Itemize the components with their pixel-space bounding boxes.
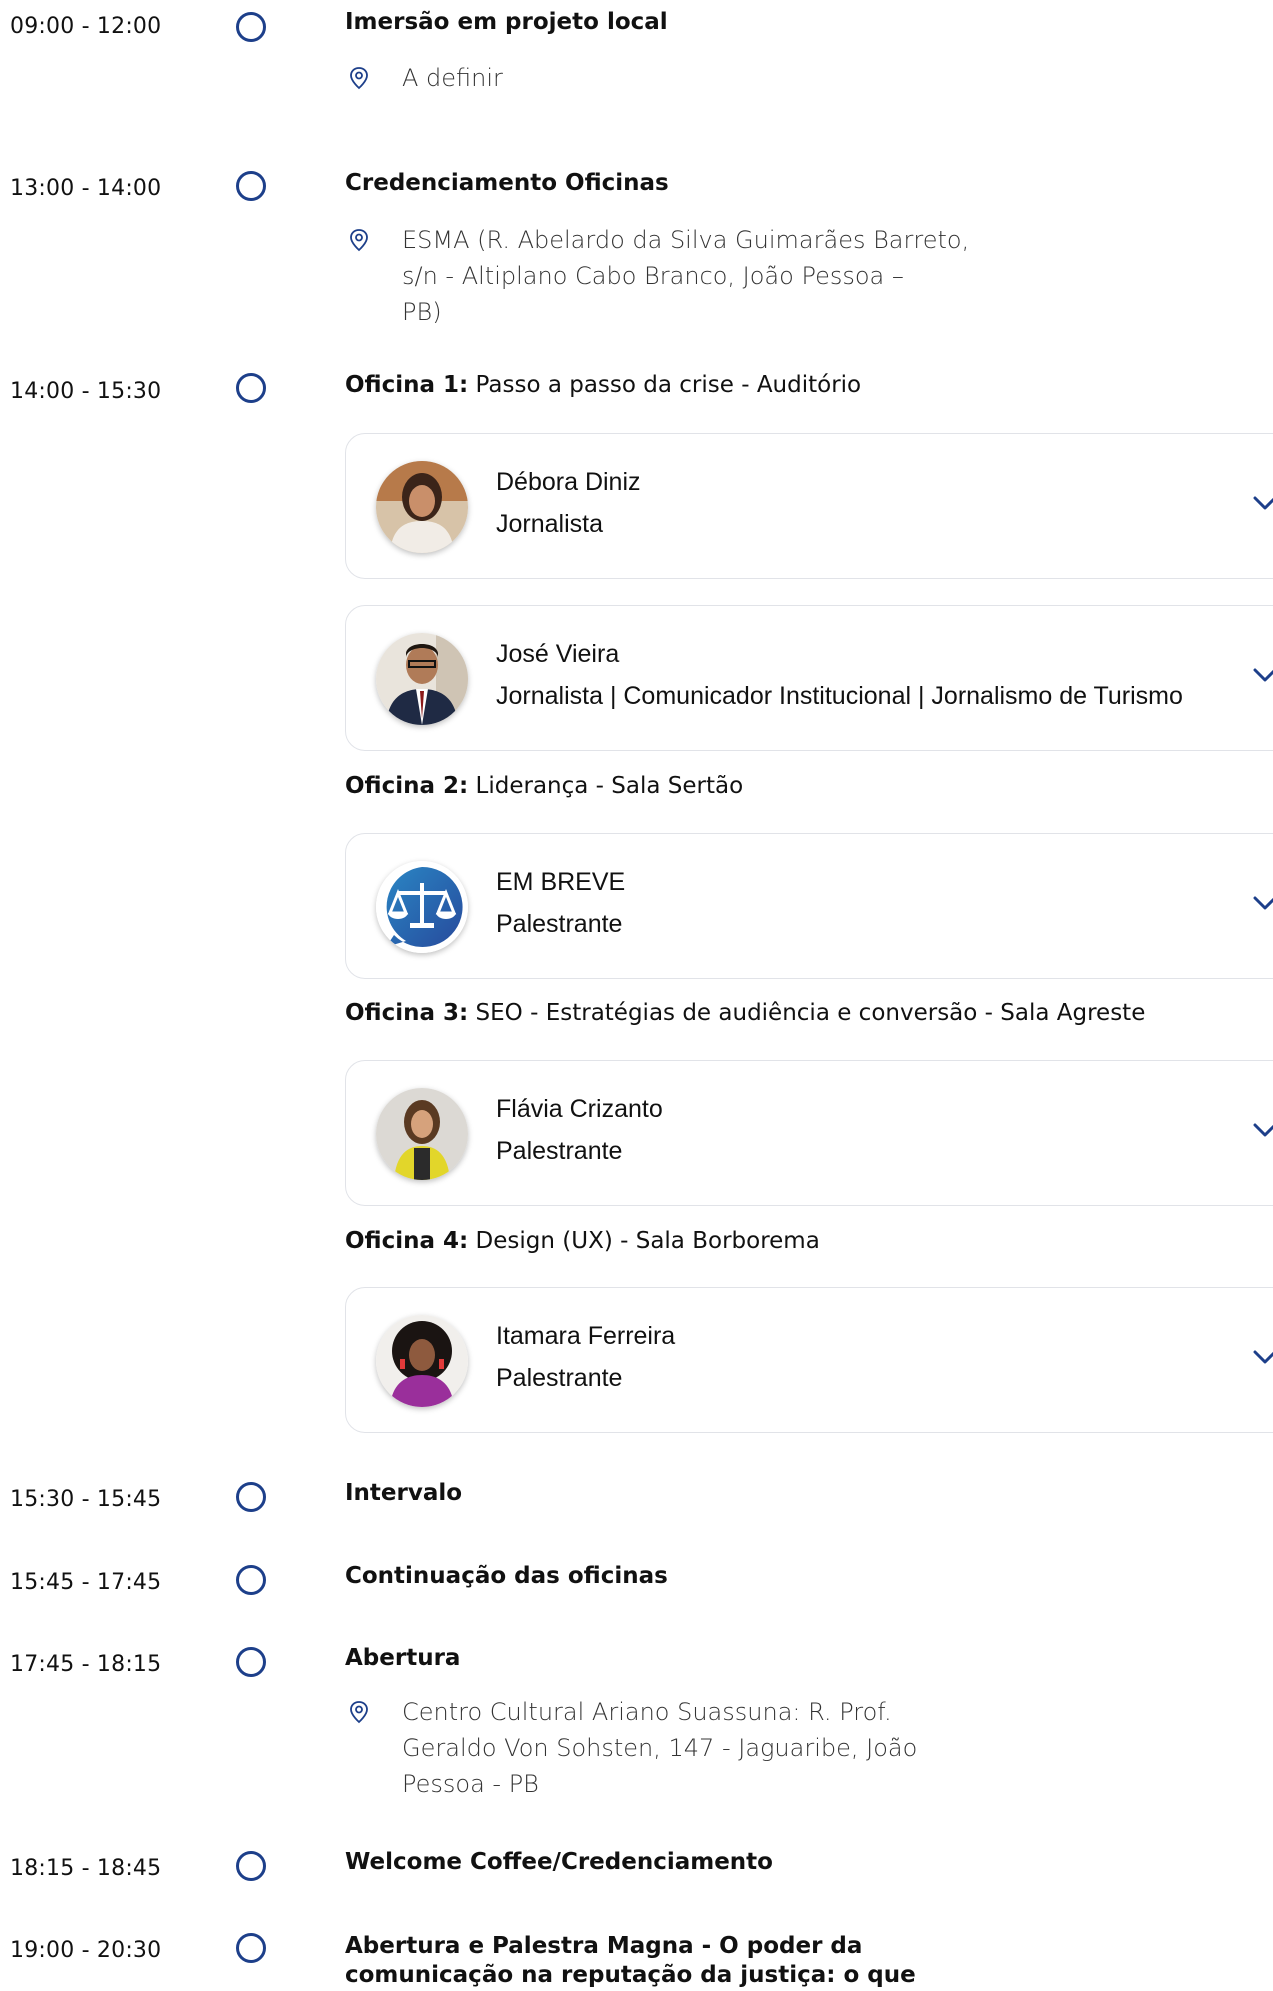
scales-of-justice-logo-icon (376, 861, 468, 953)
location-line: Centro Cultural Ariano Suassuna: R. Prof… (402, 1698, 892, 1726)
workshop-label: Oficina 1: (345, 372, 469, 398)
speaker-card[interactable]: EM BREVE Palestrante (345, 833, 1273, 979)
session-location: ESMA (R. Abelardo da Silva Guimarães Bar… (348, 222, 988, 330)
workshop-title: Oficina 4: Design (UX) - Sala Borborema (345, 1228, 820, 1254)
workshop-text: Liderança - Sala Sertão (468, 773, 744, 799)
speaker-name: José Vieira (496, 640, 620, 668)
timeline-marker-icon (236, 1647, 266, 1677)
workshop-label: Oficina 3: (345, 1000, 469, 1026)
workshop-label: Oficina 4: (345, 1228, 469, 1254)
location-line: ESMA (R. Abelardo da Silva Guimarães Bar… (402, 226, 970, 254)
session-title: Imersão em projeto local (345, 9, 668, 35)
chevron-down-icon[interactable] (1252, 894, 1273, 912)
speaker-avatar (376, 461, 468, 553)
workshop-text: Design (UX) - Sala Borborema (468, 1228, 820, 1254)
speaker-role: Palestrante (496, 1364, 623, 1392)
speaker-role: Palestrante (496, 910, 623, 938)
speaker-role: Palestrante (496, 1137, 623, 1165)
workshop-text: SEO - Estratégias de audiência e convers… (468, 1000, 1146, 1026)
photo-avatar-icon (376, 1315, 468, 1407)
session-location: A definir (348, 60, 988, 96)
session-location: Centro Cultural Ariano Suassuna: R. Prof… (348, 1694, 988, 1802)
speaker-avatar (376, 633, 468, 725)
speaker-card[interactable]: José Vieira Jornalista | Comunicador Ins… (345, 605, 1273, 751)
speaker-card[interactable]: Flávia Crizanto Palestrante (345, 1060, 1273, 1206)
location-pin-icon (350, 67, 368, 90)
location-line: Pessoa - PB (402, 1770, 539, 1798)
time-label: 09:00 - 12:00 (10, 14, 162, 39)
time-label: 18:15 - 18:45 (10, 1856, 162, 1881)
photo-avatar-icon (376, 461, 468, 553)
photo-avatar-icon (376, 633, 468, 725)
time-label: 15:45 - 17:45 (10, 1570, 162, 1595)
location-line: s/n - Altiplano Cabo Branco, João Pessoa… (402, 262, 904, 290)
speaker-name: EM BREVE (496, 868, 626, 896)
photo-avatar-icon (376, 1088, 468, 1180)
session-title: Credenciamento Oficinas (345, 170, 669, 196)
session-title: Intervalo (345, 1480, 463, 1506)
chevron-down-icon[interactable] (1252, 666, 1273, 684)
location-pin-icon (350, 229, 368, 252)
timeline-marker-icon (236, 171, 266, 201)
session-title-line: comunicação na reputação da justiça: o q… (345, 1962, 916, 1988)
workshop-title: Oficina 3: SEO - Estratégias de audiênci… (345, 1000, 1145, 1026)
speaker-avatar (376, 861, 468, 953)
time-label: 13:00 - 14:00 (10, 176, 162, 201)
speaker-name: Débora Diniz (496, 468, 641, 496)
speaker-card[interactable]: Débora Diniz Jornalista (345, 433, 1273, 579)
chevron-down-icon[interactable] (1252, 1348, 1273, 1366)
timeline-marker-icon (236, 1851, 266, 1881)
location-text: A definir (402, 64, 503, 92)
location-line: Geraldo Von Sohsten, 147 - Jaguaribe, Jo… (402, 1734, 918, 1762)
session-title: Abertura e Palestra Magna - O poder da c… (345, 1932, 916, 1990)
session-title: Abertura (345, 1645, 461, 1671)
location-line: PB) (402, 298, 442, 326)
time-label: 17:45 - 18:15 (10, 1652, 162, 1677)
speaker-avatar (376, 1315, 468, 1407)
time-label: 15:30 - 15:45 (10, 1487, 162, 1512)
chevron-down-icon[interactable] (1252, 494, 1273, 512)
time-label: 14:00 - 15:30 (10, 379, 162, 404)
chevron-down-icon[interactable] (1252, 1121, 1273, 1139)
timeline-marker-icon (236, 1482, 266, 1512)
speaker-role: Jornalista | Comunicador Institucional |… (496, 682, 1183, 710)
workshop-label: Oficina 2: (345, 773, 469, 799)
session-title: Welcome Coffee/Credenciamento (345, 1849, 773, 1875)
speaker-name: Itamara Ferreira (496, 1322, 676, 1350)
speaker-name: Flávia Crizanto (496, 1095, 663, 1123)
timeline-marker-icon (236, 373, 266, 403)
timeline-marker-icon (236, 12, 266, 42)
workshop-title: Oficina 2: Liderança - Sala Sertão (345, 773, 743, 799)
session-title: Continuação das oficinas (345, 1563, 668, 1589)
location-pin-icon (350, 1701, 368, 1724)
session-title-line: Abertura e Palestra Magna - O poder da (345, 1933, 863, 1959)
workshop-text: Passo a passo da crise - Auditório (468, 372, 862, 398)
time-label: 19:00 - 20:30 (10, 1938, 162, 1963)
speaker-role: Jornalista (496, 510, 603, 538)
speaker-avatar (376, 1088, 468, 1180)
speaker-card[interactable]: Itamara Ferreira Palestrante (345, 1287, 1273, 1433)
timeline-marker-icon (236, 1565, 266, 1595)
workshop-title: Oficina 1: Passo a passo da crise - Audi… (345, 372, 861, 398)
timeline-marker-icon (236, 1933, 266, 1963)
